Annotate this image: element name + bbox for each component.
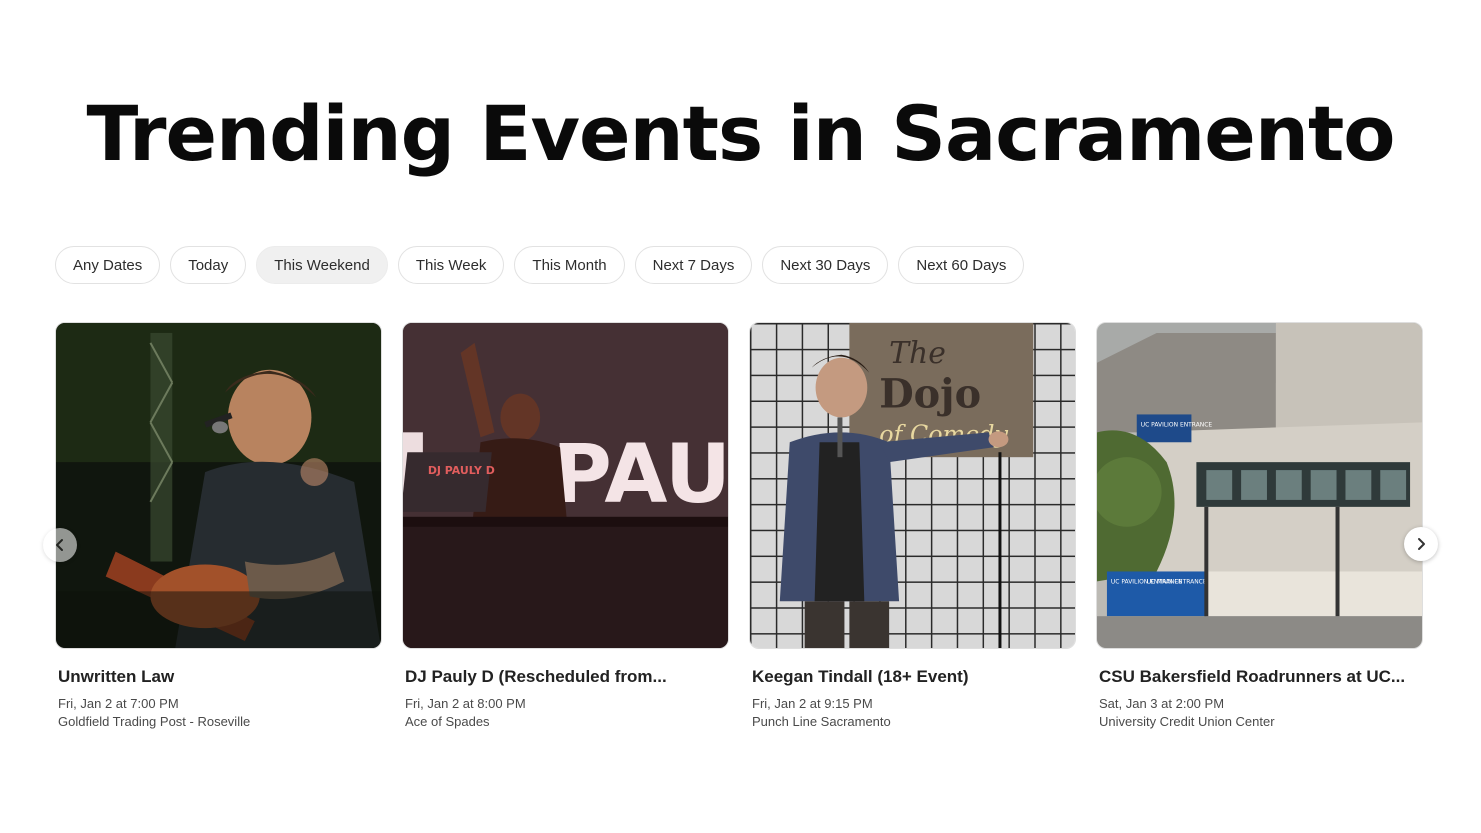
page: Trending Events in Sacramento Any Dates …: [0, 0, 1481, 833]
event-title[interactable]: Unwritten Law: [55, 667, 378, 687]
event-card[interactable]: PAUL DJ PAULY D DJ Pauly D (Rescheduled …: [402, 322, 729, 729]
event-image-arena[interactable]: UC PAVILION ENTRANCE UC PAVILION ENTRANC…: [1096, 322, 1423, 649]
arena-sign-text: UC PAVILION ENTRANCE: [1141, 421, 1213, 428]
arena-banner-text-2: UC MAIN ENTRANCE: [1147, 578, 1207, 585]
carousel-prev-button[interactable]: [43, 528, 77, 562]
filter-this-month[interactable]: This Month: [514, 246, 625, 284]
event-venue: Ace of Spades: [405, 714, 490, 729]
event-carousel: Unwritten Law Fri, Jan 2 at 7:00 PM Gold…: [55, 322, 1423, 729]
event-title[interactable]: CSU Bakersfield Roadrunners at UC...: [1096, 667, 1419, 687]
filter-next-60-days[interactable]: Next 60 Days: [898, 246, 1025, 284]
event-card[interactable]: The Dojo of Comedy Keegan Tindall (18+ E…: [749, 322, 1076, 729]
event-date: Fri, Jan 2 at 8:00 PM: [405, 696, 526, 711]
event-venue: Goldfield Trading Post - Roseville: [58, 714, 251, 729]
chevron-right-icon: [1418, 538, 1425, 550]
filter-any-dates[interactable]: Any Dates: [55, 246, 161, 284]
filter-next-30-days[interactable]: Next 30 Days: [762, 246, 889, 284]
event-date: Fri, Jan 2 at 7:00 PM: [58, 696, 179, 711]
filter-this-week[interactable]: This Week: [397, 246, 505, 284]
dojo-sign-text-2: Dojo: [879, 371, 981, 417]
event-image-dj[interactable]: PAUL DJ PAULY D: [402, 322, 729, 649]
filter-next-7-days[interactable]: Next 7 Days: [634, 246, 753, 284]
event-image-concert[interactable]: [55, 322, 382, 649]
event-title[interactable]: DJ Pauly D (Rescheduled from...: [402, 667, 725, 687]
event-date: Fri, Jan 2 at 9:15 PM: [752, 696, 873, 711]
dojo-sign-text-1: The: [889, 336, 946, 371]
event-card[interactable]: Unwritten Law Fri, Jan 2 at 7:00 PM Gold…: [55, 322, 382, 729]
chevron-left-icon: [56, 539, 63, 551]
event-title[interactable]: Keegan Tindall (18+ Event): [749, 667, 1072, 687]
event-card[interactable]: UC PAVILION ENTRANCE UC PAVILION ENTRANC…: [1096, 322, 1423, 729]
event-date: Sat, Jan 3 at 2:00 PM: [1099, 696, 1225, 711]
carousel-next-button[interactable]: [1404, 527, 1438, 561]
event-image-comedy[interactable]: The Dojo of Comedy: [749, 322, 1076, 649]
event-venue: University Credit Union Center: [1099, 714, 1275, 729]
filter-today[interactable]: Today: [170, 246, 247, 284]
page-title: Trending Events in Sacramento: [86, 89, 1395, 178]
filter-this-weekend[interactable]: This Weekend: [256, 246, 388, 284]
date-filter-bar: Any Dates Today This Weekend This Week T…: [55, 246, 1025, 284]
event-venue: Punch Line Sacramento: [752, 714, 891, 729]
